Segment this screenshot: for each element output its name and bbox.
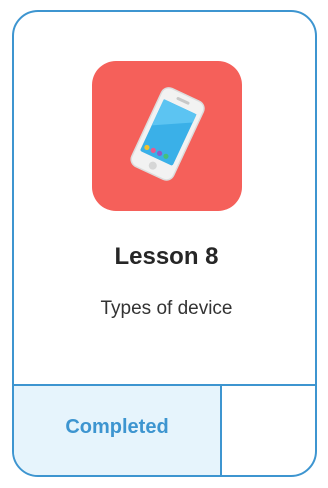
lesson-card[interactable]: Lesson 8 Types of device Completed — [12, 10, 317, 477]
status-cell[interactable]: Completed — [14, 386, 222, 475]
card-footer: Completed — [14, 384, 315, 475]
status-label: Completed — [65, 416, 169, 438]
smartphone-icon — [92, 61, 242, 211]
lesson-subtitle: Types of device — [100, 298, 233, 319]
footer-action-cell[interactable] — [222, 386, 315, 475]
lesson-title: Lesson 8 — [114, 243, 219, 270]
